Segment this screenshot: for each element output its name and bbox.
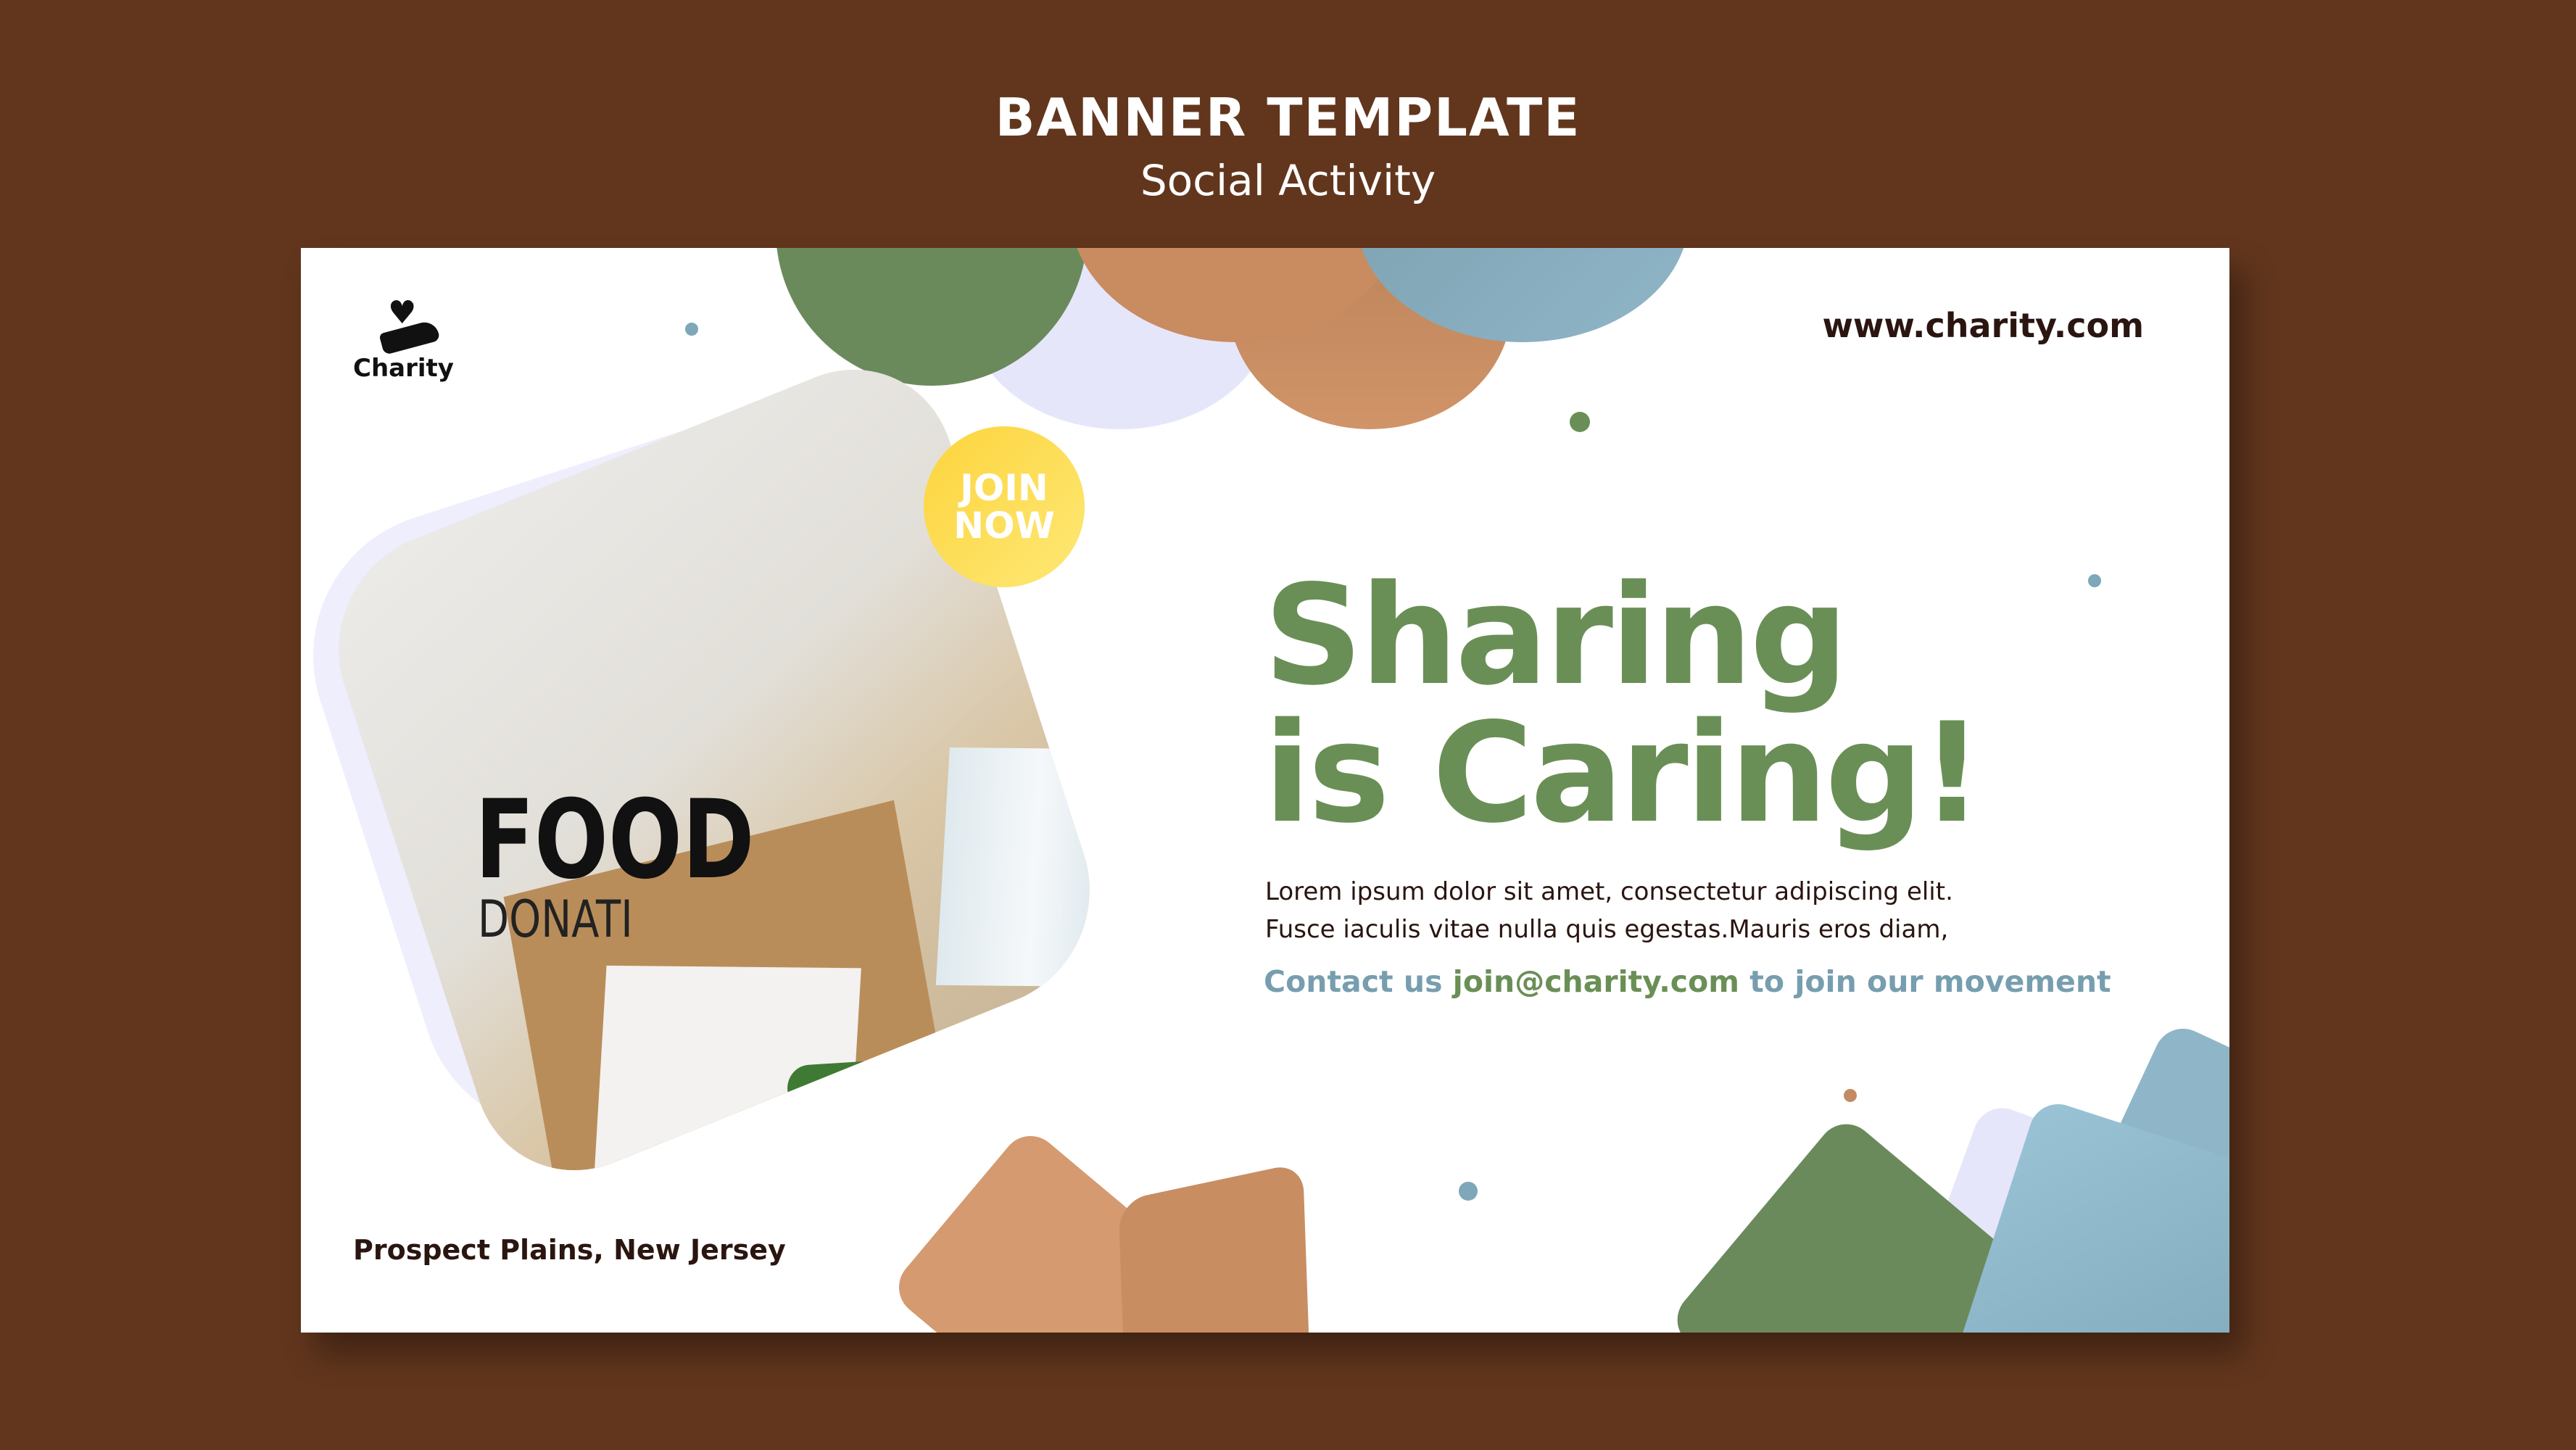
photo-food-text: FOOD bbox=[475, 777, 755, 903]
body-line-2: Fusce iaculis vitae nulla quis egestas.M… bbox=[1265, 915, 1949, 944]
location-text: Prospect Plains, New Jersey bbox=[353, 1234, 786, 1266]
join-now-button[interactable]: JOIN NOW bbox=[924, 426, 1085, 587]
water-bottles bbox=[935, 747, 1118, 987]
website-link[interactable]: www.charity.com bbox=[1822, 306, 2144, 345]
now-label: NOW bbox=[953, 505, 1055, 547]
headline: Sharing is Caring! bbox=[1264, 555, 1984, 853]
join-label: JOIN bbox=[960, 467, 1048, 509]
decor-dot bbox=[1570, 412, 1590, 432]
page-title: BANNER TEMPLATE bbox=[995, 87, 1581, 148]
decor-dot bbox=[1844, 1089, 1857, 1102]
contact-suffix: to join our movement bbox=[1739, 964, 2111, 999]
page-subtitle: Social Activity bbox=[1140, 156, 1436, 205]
headline-line-1: Sharing bbox=[1264, 555, 1848, 716]
contact-prefix: Contact us bbox=[1264, 964, 1453, 999]
decor-dot bbox=[685, 323, 698, 336]
body-line-1: Lorem ipsum dolor sit amet, consectetur … bbox=[1265, 877, 1953, 906]
logo-text: Charity bbox=[353, 354, 454, 383]
headline-line-2: is Caring! bbox=[1264, 693, 1984, 853]
decor-tan-shape bbox=[1118, 1161, 1311, 1333]
contact-email-link[interactable]: join@charity.com bbox=[1453, 964, 1739, 999]
decor-dot bbox=[1459, 1182, 1478, 1201]
decor-dot bbox=[2088, 574, 2101, 587]
photo-donation-text: DONATI bbox=[478, 890, 633, 949]
contact-line: Contact us join@charity.com to join our … bbox=[1264, 964, 2111, 999]
label-card bbox=[592, 965, 861, 1204]
banner-card: ♥ Charity www.charity.com FOOD DONATI JO… bbox=[301, 248, 2229, 1333]
